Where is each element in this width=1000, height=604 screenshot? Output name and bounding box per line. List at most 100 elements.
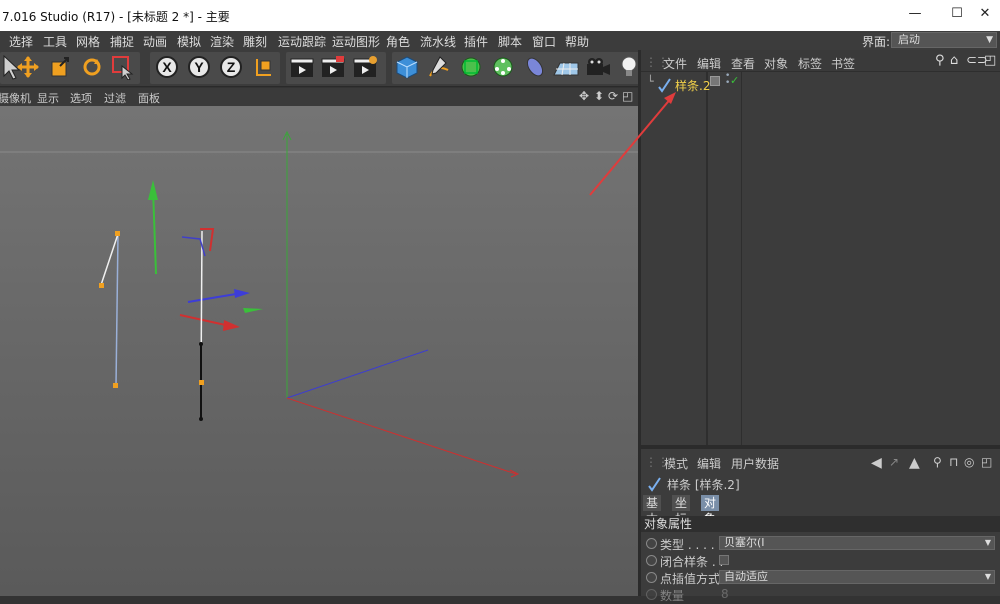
gizmo-y-axis[interactable]: [152, 187, 157, 275]
menu-motion-tracking[interactable]: 运动跟踪: [278, 33, 326, 50]
tab-basic[interactable]: 基本: [643, 495, 662, 526]
menu-simulate[interactable]: 模拟: [177, 33, 201, 50]
maximize-view-icon[interactable]: ◰: [622, 89, 633, 103]
menu-pipeline[interactable]: 流水线: [420, 33, 456, 50]
search-icon[interactable]: ⚲: [933, 455, 942, 469]
animate-dot-icon[interactable]: [646, 555, 657, 566]
minimize-button[interactable]: —: [900, 6, 930, 26]
gizmo-x-axis[interactable]: [179, 314, 231, 327]
menu-snap[interactable]: 捕捉: [110, 33, 134, 50]
enabled-check-icon[interactable]: ✓: [730, 74, 739, 87]
x-axis-label: X: [156, 56, 178, 78]
home-icon[interactable]: ⌂: [950, 53, 958, 68]
count-value[interactable]: 8: [721, 587, 729, 601]
rotate-view-icon[interactable]: ⟳: [608, 89, 618, 103]
close-button[interactable]: ✕: [970, 6, 1000, 26]
menu-tools[interactable]: 工具: [43, 33, 67, 50]
viewport-menu-options[interactable]: 选项: [70, 90, 92, 106]
spline-2-point[interactable]: [199, 380, 204, 385]
animate-dot-icon[interactable]: [646, 589, 657, 600]
up-arrow-icon[interactable]: ▲: [909, 455, 920, 471]
object-name[interactable]: 样条.2: [675, 77, 710, 94]
menu-character[interactable]: 角色: [386, 33, 410, 50]
render-picture-viewer-icon[interactable]: [318, 52, 348, 82]
spline-2-point[interactable]: [199, 342, 203, 346]
spline-1-point[interactable]: [115, 231, 120, 236]
gizmo-y-arrow[interactable]: [148, 180, 158, 200]
recent-tool-icon[interactable]: [108, 52, 138, 82]
deformer-bend-icon[interactable]: [520, 52, 550, 82]
menu-help[interactable]: 帮助: [565, 33, 589, 50]
maximize-button[interactable]: ☐: [942, 6, 972, 26]
viewport-menu-camera[interactable]: 摄像机: [0, 90, 31, 106]
om-menu-tags[interactable]: 标签: [798, 55, 822, 72]
om-menu-bookmarks[interactable]: 书签: [831, 55, 855, 72]
interpolation-dropdown[interactable]: 自动适应 ▼: [719, 570, 995, 584]
render-view-icon[interactable]: [287, 52, 317, 82]
viewport-menu-filter[interactable]: 过滤: [104, 90, 126, 106]
viewport-menu-display[interactable]: 显示: [37, 90, 59, 106]
interpolation-row: 点插值方式 自动适应 ▼: [641, 569, 1000, 586]
layout-label: 界面:: [862, 35, 891, 49]
spline-1-point[interactable]: [113, 383, 118, 388]
spline-2-point[interactable]: [199, 417, 203, 421]
attribute-manager: ⋮⋮ 模式 编辑 用户数据 ◀ ↗ ▲ ⚲ ⊓ ◎ ◰ 样条 [样条.2] 基本…: [641, 445, 1000, 603]
menu-mesh[interactable]: 网格: [76, 33, 100, 50]
z-axis-lock-button[interactable]: Z: [216, 52, 246, 82]
gizmo-secondary-arrow[interactable]: [243, 308, 263, 313]
move-view-icon[interactable]: ✥: [579, 89, 589, 103]
maximize-panel-icon[interactable]: ◰: [984, 53, 996, 68]
spline-1-point[interactable]: [99, 283, 104, 288]
menu-window[interactable]: 窗口: [532, 33, 556, 50]
type-dropdown[interactable]: 贝塞尔(I ▼: [719, 536, 995, 550]
am-menu-edit[interactable]: 编辑: [697, 455, 721, 472]
back-arrow-icon[interactable]: ◀: [871, 455, 882, 471]
rotate-tool-icon[interactable]: [77, 52, 107, 82]
om-menu-objects[interactable]: 对象: [764, 55, 788, 72]
gizmo-x-arrow[interactable]: [223, 320, 240, 331]
menu-animate[interactable]: 动画: [143, 33, 167, 50]
close-spline-checkbox[interactable]: [719, 555, 729, 565]
coordinate-system-icon[interactable]: [248, 52, 278, 82]
y-axis-label: Y: [188, 56, 210, 78]
tab-object[interactable]: 对象: [701, 495, 720, 526]
menu-render[interactable]: 渲染: [210, 33, 234, 50]
move-tool-icon[interactable]: [13, 52, 43, 82]
floor-environment-icon[interactable]: [551, 52, 581, 82]
forward-arrow-icon[interactable]: ↗: [889, 455, 899, 469]
menu-plugins[interactable]: 插件: [464, 33, 488, 50]
3d-viewport[interactable]: [0, 106, 638, 596]
menu-select[interactable]: 选择: [9, 33, 33, 50]
cube-primitive-icon[interactable]: [392, 52, 422, 82]
camera-icon[interactable]: [583, 52, 613, 82]
am-menu-user-data[interactable]: 用户数据: [731, 455, 779, 472]
gizmo-z-axis[interactable]: [187, 292, 243, 303]
maximize-panel-icon[interactable]: ◰: [981, 455, 992, 469]
search-icon[interactable]: ⚲: [935, 53, 945, 68]
tab-coordinates[interactable]: 坐标: [672, 495, 691, 526]
object-list[interactable]: └ 样条.2 • • ✓: [641, 72, 1000, 445]
render-settings-icon[interactable]: [350, 52, 380, 82]
y-axis-lock-button[interactable]: Y: [184, 52, 214, 82]
menu-mograph[interactable]: 运动图形: [332, 33, 380, 50]
animate-dot-icon[interactable]: [646, 538, 657, 549]
subdivision-surface-icon[interactable]: [456, 52, 486, 82]
scale-tool-icon[interactable]: [45, 52, 75, 82]
layout-dropdown[interactable]: 启动 ▼: [891, 32, 997, 48]
lock-icon[interactable]: ⊓: [949, 455, 958, 469]
array-cloner-icon[interactable]: [488, 52, 518, 82]
menu-sculpt[interactable]: 雕刻: [243, 33, 267, 50]
gizmo-z-arrow[interactable]: [234, 289, 250, 298]
animate-dot-icon[interactable]: [646, 572, 657, 583]
x-axis-lock-button[interactable]: X: [152, 52, 182, 82]
viewport-menu-panel[interactable]: 面板: [138, 90, 160, 106]
om-menu-edit[interactable]: 编辑: [697, 55, 721, 72]
layer-icon[interactable]: [710, 76, 720, 86]
dolly-view-icon[interactable]: ⬍: [594, 89, 604, 103]
target-icon[interactable]: ◎: [964, 455, 974, 469]
om-menu-view[interactable]: 查看: [731, 55, 755, 72]
pen-spline-icon[interactable]: [424, 52, 454, 82]
am-menu-mode[interactable]: 模式: [664, 455, 688, 472]
om-menu-file[interactable]: 文件: [663, 55, 687, 72]
menu-script[interactable]: 脚本: [498, 33, 522, 50]
